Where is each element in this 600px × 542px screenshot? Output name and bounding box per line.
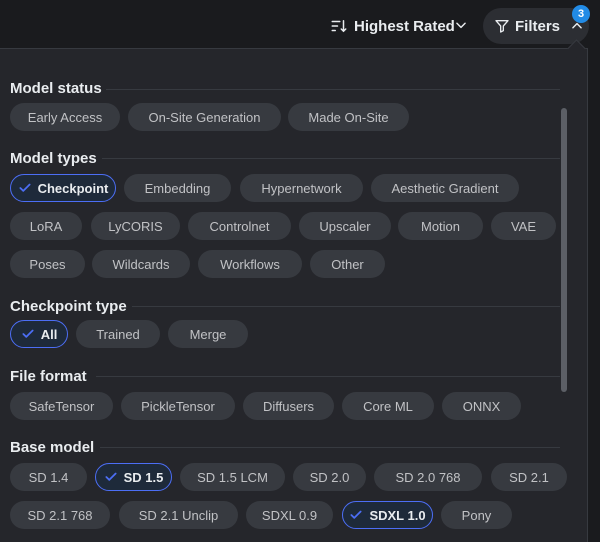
chip-trained[interactable]: Trained bbox=[76, 320, 160, 348]
section-divider bbox=[132, 306, 560, 307]
filter-count-badge: 3 bbox=[572, 5, 590, 23]
chip-early-access[interactable]: Early Access bbox=[10, 103, 120, 131]
filter-icon bbox=[495, 20, 509, 33]
chip-hypernetwork[interactable]: Hypernetwork bbox=[240, 174, 363, 202]
chip-all[interactable]: All bbox=[10, 320, 68, 348]
filters-label: Filters bbox=[515, 17, 561, 35]
section-divider bbox=[102, 158, 560, 159]
chip-lora[interactable]: LoRA bbox=[10, 212, 82, 240]
check-icon bbox=[105, 472, 117, 481]
chip-poses[interactable]: Poses bbox=[10, 250, 85, 278]
chip-aesthetic-gradient[interactable]: Aesthetic Gradient bbox=[371, 174, 519, 202]
check-icon bbox=[19, 183, 31, 192]
chip-label: Checkpoint bbox=[37, 180, 109, 196]
chip-sd-2-0[interactable]: SD 2.0 bbox=[293, 463, 366, 491]
chip-other[interactable]: Other bbox=[310, 250, 385, 278]
chip-label: SDXL 1.0 bbox=[369, 507, 426, 523]
chip-controlnet[interactable]: Controlnet bbox=[188, 212, 291, 240]
chip-pickletensor[interactable]: PickleTensor bbox=[121, 392, 235, 420]
section-title-model-types: Model types bbox=[10, 150, 97, 167]
chip-sd-2-1-768[interactable]: SD 2.1 768 bbox=[10, 501, 110, 529]
check-icon bbox=[22, 329, 34, 338]
section-divider bbox=[96, 376, 560, 377]
sort-label: Highest Rated bbox=[354, 17, 455, 35]
top-bar: Highest Rated Filters 3 bbox=[0, 0, 600, 50]
section-title-model-status: Model status bbox=[10, 80, 102, 97]
sort-dropdown[interactable]: Highest Rated bbox=[324, 8, 474, 44]
section-title-base-model: Base model bbox=[10, 439, 95, 456]
chip-label: All bbox=[40, 326, 58, 342]
chip-motion[interactable]: Motion bbox=[398, 212, 483, 240]
chip-sd-1-5-lcm[interactable]: SD 1.5 LCM bbox=[180, 463, 285, 491]
chip-sd-2-0-768[interactable]: SD 2.0 768 bbox=[374, 463, 482, 491]
chip-sdxl-0-9[interactable]: SDXL 0.9 bbox=[246, 501, 333, 529]
check-icon bbox=[350, 510, 362, 519]
chip-lycoris[interactable]: LyCORIS bbox=[91, 212, 180, 240]
chip-sd-1-4[interactable]: SD 1.4 bbox=[10, 463, 87, 491]
section-title-checkpoint-type: Checkpoint type bbox=[10, 298, 127, 315]
section-divider bbox=[100, 447, 560, 448]
chip-label: SD 1.5 bbox=[123, 469, 164, 485]
section-title-file-format: File format bbox=[10, 368, 87, 385]
chevron-down-icon bbox=[456, 22, 466, 29]
chip-embedding[interactable]: Embedding bbox=[124, 174, 231, 202]
chip-on-site-generation[interactable]: On-Site Generation bbox=[128, 103, 281, 131]
chip-checkpoint[interactable]: Checkpoint bbox=[10, 174, 116, 202]
chip-diffusers[interactable]: Diffusers bbox=[243, 392, 334, 420]
chip-onnx[interactable]: ONNX bbox=[442, 392, 521, 420]
chip-workflows[interactable]: Workflows bbox=[198, 250, 302, 278]
chip-merge[interactable]: Merge bbox=[168, 320, 248, 348]
chip-sd-2-1[interactable]: SD 2.1 bbox=[491, 463, 567, 491]
chip-core-ml[interactable]: Core ML bbox=[342, 392, 434, 420]
chip-wildcards[interactable]: Wildcards bbox=[92, 250, 190, 278]
chip-safetensor[interactable]: SafeTensor bbox=[10, 392, 113, 420]
chip-sd-2-1-unclip[interactable]: SD 2.1 Unclip bbox=[119, 501, 238, 529]
chip-made-on-site[interactable]: Made On-Site bbox=[288, 103, 409, 131]
chip-sdxl-1-0[interactable]: SDXL 1.0 bbox=[342, 501, 433, 529]
sort-icon bbox=[331, 20, 347, 33]
chip-sd-1-5[interactable]: SD 1.5 bbox=[95, 463, 172, 491]
scrollbar-thumb[interactable] bbox=[561, 108, 567, 392]
chip-vae[interactable]: VAE bbox=[491, 212, 556, 240]
chip-upscaler[interactable]: Upscaler bbox=[299, 212, 391, 240]
chip-pony[interactable]: Pony bbox=[441, 501, 512, 529]
section-divider bbox=[106, 89, 560, 90]
